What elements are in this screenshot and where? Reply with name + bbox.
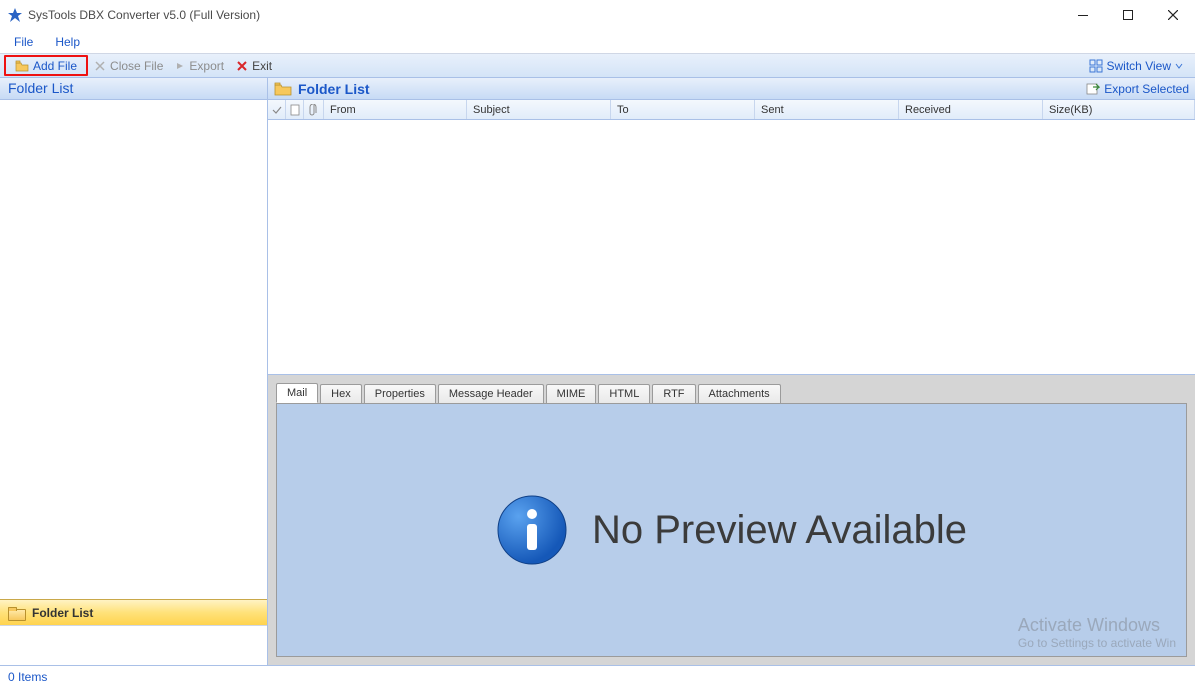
right-pane: Folder List Export Selected From Subject… bbox=[268, 78, 1195, 665]
col-received[interactable]: Received bbox=[899, 100, 1043, 119]
exit-button[interactable]: Exit bbox=[230, 57, 278, 75]
maximize-button[interactable] bbox=[1105, 0, 1150, 30]
tab-rtf[interactable]: RTF bbox=[652, 384, 695, 403]
column-header-row: From Subject To Sent Received Size(KB) bbox=[268, 100, 1195, 120]
title-bar: SysTools DBX Converter v5.0 (Full Versio… bbox=[0, 0, 1195, 30]
switch-view-button[interactable]: Switch View bbox=[1083, 57, 1189, 75]
folder-icon bbox=[8, 607, 24, 619]
col-sent[interactable]: Sent bbox=[755, 100, 899, 119]
status-items-count: 0 Items bbox=[8, 670, 47, 684]
menu-bar: File Help bbox=[0, 30, 1195, 54]
info-icon bbox=[496, 494, 568, 566]
col-checkbox[interactable] bbox=[268, 100, 286, 119]
switch-view-label: Switch View bbox=[1107, 59, 1171, 73]
tab-attachments[interactable]: Attachments bbox=[698, 384, 781, 403]
tab-hex[interactable]: Hex bbox=[320, 384, 362, 403]
col-subject[interactable]: Subject bbox=[467, 100, 611, 119]
exit-label: Exit bbox=[252, 59, 272, 73]
sidebar-tab-folder-list[interactable]: Folder List bbox=[0, 599, 267, 625]
message-list[interactable] bbox=[268, 120, 1195, 374]
chevron-down-icon bbox=[1175, 62, 1183, 70]
status-bar: 0 Items bbox=[0, 665, 1195, 687]
export-button[interactable]: Export bbox=[169, 57, 230, 75]
tab-html[interactable]: HTML bbox=[598, 384, 650, 403]
col-from[interactable]: From bbox=[324, 100, 467, 119]
sidebar: Folder List Folder List bbox=[0, 78, 268, 665]
right-pane-title: Folder List bbox=[298, 81, 370, 97]
tab-message-header[interactable]: Message Header bbox=[438, 384, 544, 403]
close-file-icon bbox=[94, 60, 106, 72]
sidebar-footer-label: Folder List bbox=[32, 606, 93, 620]
preview-pane: Mail Hex Properties Message Header MIME … bbox=[268, 374, 1195, 665]
col-attachment-icon[interactable] bbox=[304, 100, 324, 119]
no-preview-message: No Preview Available bbox=[496, 494, 967, 566]
tab-mail[interactable]: Mail bbox=[276, 383, 318, 403]
export-selected-icon bbox=[1086, 82, 1100, 96]
no-preview-text: No Preview Available bbox=[592, 508, 967, 553]
col-size[interactable]: Size(KB) bbox=[1043, 100, 1195, 119]
right-pane-header: Folder List Export Selected bbox=[268, 78, 1195, 100]
sidebar-header: Folder List bbox=[0, 78, 267, 100]
main-area: Folder List Folder List Folder List Expo… bbox=[0, 78, 1195, 665]
toolbar: Add File Close File Export Exit Switch V… bbox=[0, 54, 1195, 78]
col-to[interactable]: To bbox=[611, 100, 755, 119]
watermark-line1: Activate Windows bbox=[1018, 615, 1176, 636]
export-label: Export bbox=[189, 59, 224, 73]
grid-icon bbox=[1089, 59, 1103, 73]
export-arrow-icon bbox=[175, 61, 185, 71]
exit-icon bbox=[236, 60, 248, 72]
folder-tree[interactable] bbox=[0, 100, 267, 599]
preview-tabs: Mail Hex Properties Message Header MIME … bbox=[268, 375, 1195, 403]
add-file-button[interactable]: Add File bbox=[9, 57, 83, 75]
watermark-line2: Go to Settings to activate Win bbox=[1018, 636, 1176, 650]
add-file-highlight: Add File bbox=[4, 55, 88, 76]
export-selected-label: Export Selected bbox=[1104, 82, 1189, 96]
sidebar-spacer bbox=[0, 625, 267, 665]
preview-body: No Preview Available Activate Windows Go… bbox=[276, 403, 1187, 657]
export-selected-button[interactable]: Export Selected bbox=[1086, 82, 1189, 96]
window-controls bbox=[1060, 0, 1195, 30]
minimize-button[interactable] bbox=[1060, 0, 1105, 30]
close-file-button[interactable]: Close File bbox=[88, 57, 169, 75]
window-title: SysTools DBX Converter v5.0 (Full Versio… bbox=[28, 8, 260, 22]
close-file-label: Close File bbox=[110, 59, 163, 73]
col-read-icon[interactable] bbox=[286, 100, 304, 119]
folder-icon bbox=[274, 81, 292, 97]
tab-mime[interactable]: MIME bbox=[546, 384, 597, 403]
menu-help[interactable]: Help bbox=[55, 35, 80, 49]
folder-open-icon bbox=[15, 59, 29, 73]
tab-properties[interactable]: Properties bbox=[364, 384, 436, 403]
menu-file[interactable]: File bbox=[14, 35, 33, 49]
windows-activation-watermark: Activate Windows Go to Settings to activ… bbox=[1018, 615, 1176, 650]
add-file-label: Add File bbox=[33, 59, 77, 73]
app-icon bbox=[8, 8, 22, 22]
close-button[interactable] bbox=[1150, 0, 1195, 30]
